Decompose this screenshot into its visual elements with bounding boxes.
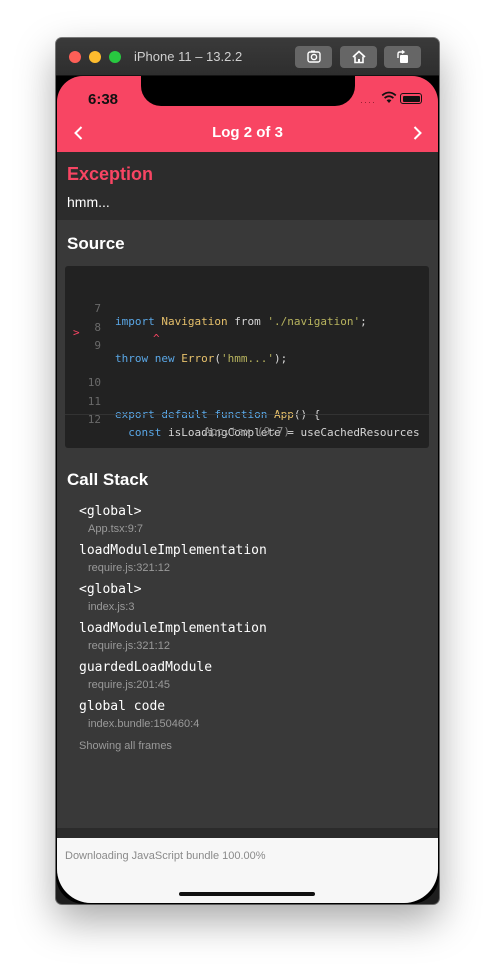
code-line-highlighted: > 9 throw new Error('hmm...');: [73, 326, 288, 365]
call-stack-heading: Call Stack: [67, 470, 149, 489]
frame-file: require.js:321:12: [88, 562, 170, 574]
footer-divider: [57, 828, 438, 838]
code-line: 8: [65, 295, 131, 334]
exception-section: Exception hmm...: [57, 152, 438, 220]
cellular-signal-icon: ····: [360, 97, 376, 107]
chevron-right-icon[interactable]: [407, 123, 427, 143]
download-status-panel: Downloading JavaScript bundle 100.00%: [57, 838, 438, 903]
status-bar: 6:38 ····: [57, 76, 438, 114]
frame-file: App.tsx:9:7: [88, 523, 144, 535]
status-time: 6:38: [88, 91, 119, 108]
log-title: Log 2 of 3: [212, 124, 283, 141]
battery-icon: [400, 93, 422, 104]
download-status: Downloading JavaScript bundle 100.00%: [65, 850, 266, 862]
show-frames-toggle[interactable]: Showing all frames: [79, 740, 172, 752]
home-button[interactable]: [340, 46, 377, 68]
home-indicator[interactable]: [179, 892, 315, 896]
exception-message: hmm...: [67, 194, 110, 210]
stack-frame[interactable]: guardedLoadModule require.js:201:45: [79, 660, 212, 691]
stack-frame[interactable]: loadModuleImplementation require.js:321:…: [79, 621, 267, 652]
maximize-window-button[interactable]: [109, 51, 121, 63]
frame-function: loadModuleImplementation: [79, 543, 267, 558]
source-heading: Source: [67, 234, 125, 253]
title-bar: iPhone 11 – 13.2.2: [56, 38, 439, 76]
frame-file: require.js:321:12: [88, 640, 170, 652]
window-title: iPhone 11 – 13.2.2: [134, 49, 243, 64]
stack-frame[interactable]: loadModuleImplementation require.js:321:…: [79, 543, 267, 574]
stack-frame[interactable]: <global> App.tsx:9:7: [79, 504, 143, 535]
frame-file: require.js:201:45: [88, 679, 170, 691]
camera-icon: [306, 50, 321, 63]
device-screen: 6:38 ···· Log 2 of 3 Exception hmm... So…: [57, 76, 438, 903]
close-window-button[interactable]: [69, 51, 81, 63]
status-icons: ····: [360, 91, 430, 107]
screenshot-button[interactable]: [295, 46, 332, 68]
log-navigation-bar: Log 2 of 3: [57, 114, 438, 152]
code-line: 7 import Navigation from './navigation';: [65, 276, 366, 328]
code-line: 12 const isLoadingComplete = useCachedRe…: [65, 387, 420, 439]
minimize-window-button[interactable]: [89, 51, 101, 63]
simulator-window: iPhone 11 – 13.2.2 6:38 ···· Log 2 of 3 …: [56, 38, 439, 904]
frame-function: loadModuleImplementation: [79, 621, 267, 636]
rotate-icon: [396, 49, 408, 63]
error-line-marker: >: [73, 326, 80, 339]
frame-function: global code: [79, 699, 166, 714]
code-line: 11 export default function App() {: [65, 369, 321, 421]
wifi-icon: [381, 91, 397, 103]
home-icon: [351, 50, 366, 64]
frame-function: <global>: [79, 582, 142, 597]
frame-function: guardedLoadModule: [79, 660, 213, 675]
frame-file: index.bundle:150460:4: [88, 718, 200, 730]
frame-function: <global>: [79, 504, 142, 519]
code-frame[interactable]: 7 import Navigation from './navigation';…: [65, 266, 429, 448]
stack-frame[interactable]: global code index.bundle:150460:4: [79, 699, 199, 730]
code-line: 10: [65, 350, 131, 389]
stack-frame[interactable]: <global> index.js:3: [79, 582, 142, 613]
frame-file: index.js:3: [88, 601, 135, 613]
device-frame: 6:38 ···· Log 2 of 3 Exception hmm... So…: [56, 76, 439, 904]
source-file-location: App.tsx (9:7): [65, 414, 429, 448]
exception-title: Exception: [67, 164, 154, 184]
rotate-button[interactable]: [384, 46, 421, 68]
device-notch: [141, 76, 355, 106]
error-caret: ^: [153, 332, 160, 345]
